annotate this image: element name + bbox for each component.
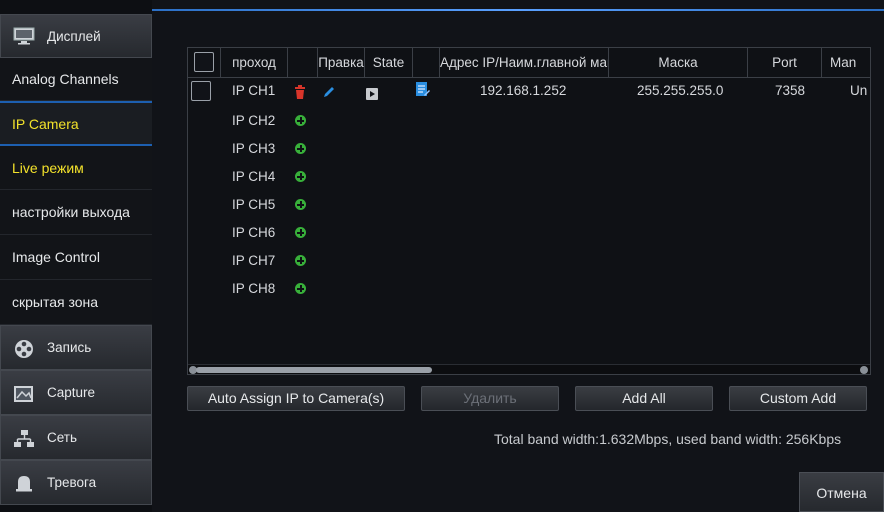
network-icon: [13, 429, 35, 447]
channel-name: IP CH6: [232, 225, 276, 240]
scrollbar-thumb[interactable]: [196, 367, 432, 373]
header-mask[interactable]: Маска: [609, 48, 748, 78]
menu-alarm[interactable]: Тревога: [0, 460, 152, 505]
add-circle-icon[interactable]: [295, 255, 306, 266]
pencil-icon[interactable]: [322, 83, 336, 106]
menu-alarm-label: Тревога: [47, 475, 97, 490]
ip-camera-settings-window: Дисплей Analog Channels IP Camera Live р…: [0, 0, 884, 512]
header-edit[interactable]: Правка: [318, 48, 365, 78]
header-address[interactable]: Адрес IP/Наим.главной маш: [440, 48, 609, 78]
sidebar-item-label: скрытая зона: [12, 294, 99, 310]
sidebar-item-output-settings[interactable]: настройки выхода: [0, 190, 152, 235]
menu-capture[interactable]: Capture: [0, 370, 152, 415]
header-manufacturer[interactable]: Man: [822, 48, 870, 78]
manufacturer-value: Un: [850, 83, 868, 98]
table-row[interactable]: IP CH8: [188, 277, 870, 300]
header-port[interactable]: Port: [748, 48, 822, 78]
sidebar-item-label: Image Control: [12, 249, 100, 265]
sidebar-item-label: Live режим: [12, 159, 84, 176]
menu-capture-label: Capture: [47, 385, 96, 400]
sidebar-item-label: настройки выхода: [12, 204, 130, 220]
add-circle-icon[interactable]: [295, 199, 306, 210]
channel-name: IP CH2: [232, 113, 276, 128]
subnet-mask: 255.255.255.0: [637, 83, 724, 98]
table-row[interactable]: IP CH2: [188, 109, 870, 132]
add-circle-icon[interactable]: [295, 143, 306, 154]
sidebar: Дисплей Analog Channels IP Camera Live р…: [0, 0, 152, 512]
table-header: проход Правка State Адрес IP/Наим.главно…: [188, 48, 870, 78]
channel-name: IP CH8: [232, 281, 276, 296]
table-row[interactable]: IP CH3: [188, 137, 870, 160]
channel-name: IP CH1: [232, 83, 276, 98]
select-all-cell: [188, 48, 221, 78]
sidebar-item-analog-channels[interactable]: Analog Channels: [0, 58, 152, 101]
port-value: 7358: [775, 83, 806, 98]
menu-display-label: Дисплей: [47, 28, 101, 44]
menu-display[interactable]: Дисплей: [0, 14, 152, 58]
capture-image-icon: [13, 384, 35, 402]
sidebar-item-label: Analog Channels: [12, 71, 119, 87]
channel-name: IP CH5: [232, 197, 276, 212]
ip-camera-table: проход Правка State Адрес IP/Наим.главно…: [187, 47, 871, 375]
channel-name: IP CH7: [232, 253, 276, 268]
menu-record[interactable]: Запись: [0, 325, 152, 370]
top-accent-line: [150, 9, 884, 11]
monitor-icon: [13, 27, 35, 45]
delete-button[interactable]: Удалить: [421, 386, 559, 411]
menu-network[interactable]: Сеть: [0, 415, 152, 460]
row-checkbox[interactable]: [191, 81, 211, 101]
sidebar-item-privacy-zone[interactable]: скрытая зона: [0, 280, 152, 325]
add-circle-icon[interactable]: [295, 227, 306, 238]
table-row[interactable]: IP CH5: [188, 193, 870, 216]
menu-record-label: Запись: [47, 340, 92, 355]
alarm-bell-icon: [13, 474, 35, 492]
bandwidth-info: Total band width:1.632Mbps, used band wi…: [494, 431, 842, 447]
scroll-right-icon[interactable]: [860, 366, 868, 374]
header-blank-2: [413, 48, 440, 78]
cancel-button[interactable]: Отмена: [799, 472, 884, 512]
ip-address: 192.168.1.252: [480, 83, 567, 98]
add-circle-icon[interactable]: [295, 115, 306, 126]
sidebar-item-label: IP Camera: [12, 115, 79, 132]
sidebar-item-image-control[interactable]: Image Control: [0, 235, 152, 280]
add-circle-icon[interactable]: [295, 171, 306, 182]
add-circle-icon[interactable]: [295, 283, 306, 294]
menu-network-label: Сеть: [47, 430, 78, 445]
table-row[interactable]: IP CH7: [188, 249, 870, 272]
document-edit-icon[interactable]: [416, 82, 430, 105]
channel-name: IP CH3: [232, 141, 276, 156]
play-icon[interactable]: [366, 84, 378, 107]
sidebar-item-live-mode[interactable]: Live режим: [0, 146, 152, 190]
custom-add-button[interactable]: Custom Add: [729, 386, 867, 411]
table-row[interactable]: IP CH4: [188, 165, 870, 188]
trash-icon[interactable]: [294, 83, 306, 106]
header-channel[interactable]: проход: [221, 48, 288, 78]
header-blank: [288, 48, 318, 78]
film-reel-icon: [13, 339, 35, 358]
table-row[interactable]: IP CH1 192.168.1.252 255.255.255.0 7358 …: [188, 79, 870, 102]
auto-assign-ip-button[interactable]: Auto Assign IP to Camera(s): [187, 386, 405, 411]
header-state[interactable]: State: [365, 48, 413, 78]
select-all-checkbox[interactable]: [194, 52, 214, 72]
add-all-button[interactable]: Add All: [575, 386, 713, 411]
table-row[interactable]: IP CH6: [188, 221, 870, 244]
channel-name: IP CH4: [232, 169, 276, 184]
sidebar-item-ip-camera[interactable]: IP Camera: [0, 101, 152, 146]
horizontal-scrollbar[interactable]: [188, 364, 870, 374]
